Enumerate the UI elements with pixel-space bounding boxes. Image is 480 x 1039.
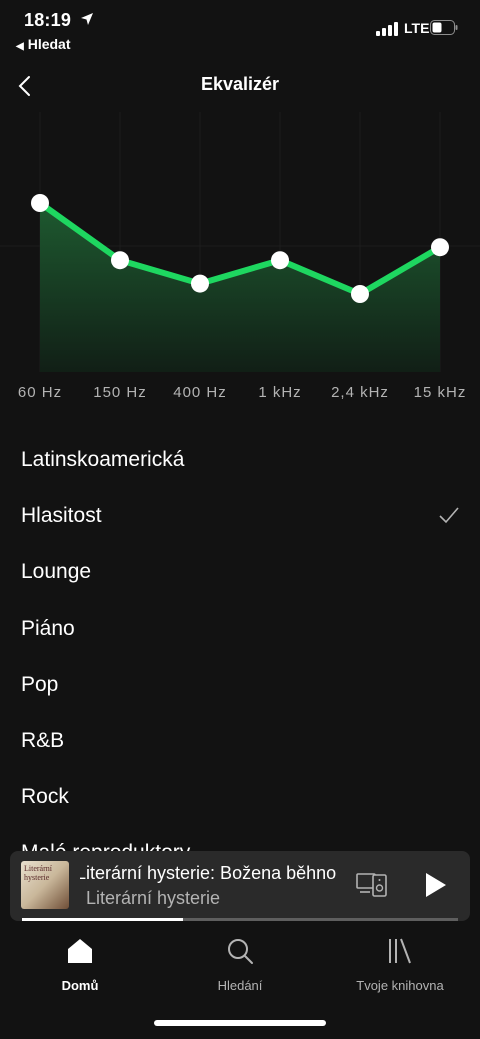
tab-home[interactable]: Domů bbox=[10, 936, 150, 1006]
location-arrow-icon bbox=[81, 13, 93, 25]
band-handle[interactable] bbox=[191, 274, 209, 293]
band-handle[interactable] bbox=[31, 194, 49, 212]
equalizer-area bbox=[40, 203, 440, 372]
preset-label: R&B bbox=[21, 728, 65, 752]
preset-label: Rock bbox=[21, 785, 69, 809]
tab-search[interactable]: Hledání bbox=[170, 936, 310, 1006]
frequency-label: 60 Hz bbox=[17, 384, 63, 401]
back-to-app-link[interactable]: ◀ Hledat bbox=[16, 36, 71, 52]
back-triangle-icon: ◀ bbox=[16, 41, 24, 52]
album-cover[interactable]: Literární hysterie bbox=[21, 861, 69, 909]
tab-library[interactable]: Tvoje knihovna bbox=[330, 936, 470, 1006]
preset-label: Hlasitost bbox=[21, 504, 102, 528]
preset-label: Pop bbox=[21, 672, 59, 696]
preset-item[interactable]: Piáno bbox=[0, 601, 480, 657]
battery-icon bbox=[430, 20, 458, 35]
frequency-label: 400 Hz bbox=[173, 384, 227, 401]
play-icon[interactable] bbox=[422, 871, 448, 899]
frequency-label: 150 Hz bbox=[93, 384, 147, 401]
frequency-label: 1 kHz bbox=[258, 384, 302, 401]
library-icon bbox=[389, 938, 411, 964]
band-handle[interactable] bbox=[431, 238, 449, 257]
devices-icon[interactable] bbox=[356, 871, 388, 899]
mini-player[interactable]: Literární hysterie Literární hysterie: B… bbox=[10, 851, 470, 921]
preset-label: Lounge bbox=[21, 560, 92, 584]
preset-item[interactable]: Hlasitost bbox=[0, 488, 480, 544]
equalizer-graph bbox=[0, 112, 480, 372]
page-title: Ekvalizér bbox=[200, 74, 280, 94]
tab-search-label: Hledání bbox=[217, 978, 263, 993]
band-handle[interactable] bbox=[351, 285, 369, 303]
page-header: Ekvalizér bbox=[0, 62, 480, 110]
preset-item[interactable]: R&B bbox=[0, 713, 480, 769]
back-app-label: Hledat bbox=[27, 36, 71, 52]
preset-label: Piáno bbox=[21, 616, 75, 640]
track-title: Literární hysterie: Božena běhno bbox=[80, 863, 337, 883]
preset-item[interactable]: Latinskoamerická bbox=[0, 432, 480, 488]
checkmark-icon bbox=[439, 507, 459, 524]
tab-library-label: Tvoje knihovna bbox=[356, 978, 444, 993]
cover-text: Literární hysterie bbox=[24, 864, 52, 882]
playback-progress-fill bbox=[22, 918, 184, 921]
preset-item[interactable]: Rock bbox=[0, 769, 480, 825]
band-handle[interactable] bbox=[111, 251, 129, 270]
status-bar: 18:19 ◀ Hledat LTE bbox=[0, 0, 480, 56]
home-icon bbox=[68, 939, 92, 963]
cellular-signal-icon bbox=[376, 22, 398, 36]
playback-progress bbox=[22, 918, 458, 921]
status-time: 18:19 bbox=[24, 10, 72, 30]
track-info[interactable]: Literární hysterie: Božena běhno Literár… bbox=[80, 861, 340, 911]
band-handle[interactable] bbox=[271, 251, 289, 270]
frequency-label: 15 kHz bbox=[413, 384, 467, 401]
tab-home-label: Domů bbox=[61, 978, 99, 993]
equalizer-chart[interactable]: 60 Hz 150 Hz 400 Hz 1 kHz 2,4 kHz 15 kHz bbox=[0, 112, 480, 412]
preset-label: Latinskoamerická bbox=[21, 448, 185, 471]
preset-list: Latinskoamerická Hlasitost Lounge Piáno Pop R… bbox=[0, 432, 480, 882]
network-type: LTE bbox=[404, 20, 430, 36]
preset-item[interactable]: Pop bbox=[0, 657, 480, 713]
frequency-label: 2,4 kHz bbox=[331, 384, 389, 401]
home-indicator bbox=[154, 1020, 326, 1026]
search-icon bbox=[228, 939, 253, 964]
preset-item[interactable]: Lounge bbox=[0, 544, 480, 600]
track-artist: Literární hysterie bbox=[86, 888, 221, 908]
